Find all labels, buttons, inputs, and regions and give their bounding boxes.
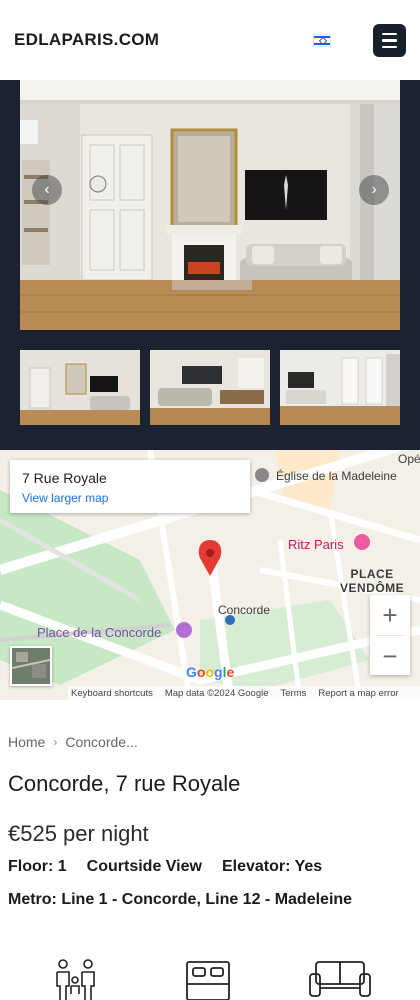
breadcrumb: Home › Concorde...	[8, 734, 138, 750]
map-attribution-bar: Keyboard shortcuts Map data ©2024 Google…	[68, 686, 420, 700]
floor-info: Floor: 1	[8, 858, 67, 875]
breadcrumb-home-link[interactable]: Home	[8, 734, 45, 750]
hamburger-line	[382, 45, 397, 49]
map-label-place-vendome: PLACE VENDÔME	[340, 567, 404, 595]
listing-title: Concorde, 7 rue Royale	[8, 771, 241, 796]
zoom-out-button[interactable]: −	[370, 636, 410, 676]
israel-flag-icon[interactable]	[313, 34, 331, 47]
sofa-icon	[308, 958, 372, 1000]
gallery-thumbnail[interactable]	[150, 350, 270, 425]
map-address: 7 Rue Royale	[22, 470, 107, 486]
zoom-in-button[interactable]: +	[370, 595, 410, 635]
metro-info: Metro: Line 1 - Concorde, Line 12 - Made…	[8, 891, 353, 908]
keyboard-shortcuts-link[interactable]: Keyboard shortcuts	[71, 688, 153, 699]
map-label-concorde-station: Concorde	[218, 603, 271, 617]
gallery-thumbnail[interactable]	[280, 350, 400, 425]
google-logo: Google	[186, 664, 235, 680]
bed-icon	[184, 958, 232, 1000]
photo-gallery: ‹ ›	[0, 80, 420, 450]
report-map-error-link[interactable]: Report a map error	[318, 688, 398, 699]
map-label-ritz: Ritz Paris	[288, 537, 344, 552]
listing-price: €525 per night	[8, 821, 149, 846]
listing-facts: Floor: 1 Courtside View Elevator: Yes	[8, 858, 322, 876]
main-photo[interactable]	[20, 80, 400, 330]
map-label-madeleine: Église de la Madeleine	[276, 469, 397, 483]
gallery-thumbnail[interactable]	[20, 350, 140, 425]
map-zoom-controls: + −	[370, 595, 410, 675]
hamburger-line	[382, 39, 397, 42]
map-label-place-concorde: Place de la Concorde	[37, 625, 162, 640]
hamburger-line	[382, 32, 397, 36]
site-header: EDLAPARIS.COM	[0, 0, 420, 80]
map-info-card: 7 Rue Royale View larger map	[10, 460, 250, 513]
location-map[interactable]: 7 Rue Royale View larger map Opé Église …	[0, 450, 420, 700]
map-label-vendome: VENDÔME	[340, 581, 405, 595]
map-label-place: PLACE	[350, 567, 394, 581]
family-icon	[54, 958, 98, 1000]
satellite-toggle-button[interactable]	[10, 646, 52, 686]
chevron-left-icon: ‹	[44, 181, 50, 198]
elevator-info: Elevator: Yes	[221, 858, 323, 875]
terms-link[interactable]: Terms	[281, 688, 307, 699]
view-info: Courtside View	[86, 858, 202, 875]
map-label-opera: Opé	[398, 452, 420, 466]
menu-button[interactable]	[373, 24, 406, 57]
breadcrumb-current: Concorde...	[65, 734, 138, 750]
brand-logo[interactable]: EDLAPARIS.COM	[14, 30, 159, 50]
gallery-prev-button[interactable]: ‹	[32, 175, 62, 205]
map-data-text: Map data ©2024 Google	[164, 687, 269, 699]
chevron-right-icon: ›	[53, 735, 58, 749]
gallery-next-button[interactable]: ›	[359, 175, 389, 205]
view-larger-map-link[interactable]: View larger map	[22, 491, 238, 505]
chevron-right-icon: ›	[371, 181, 377, 198]
